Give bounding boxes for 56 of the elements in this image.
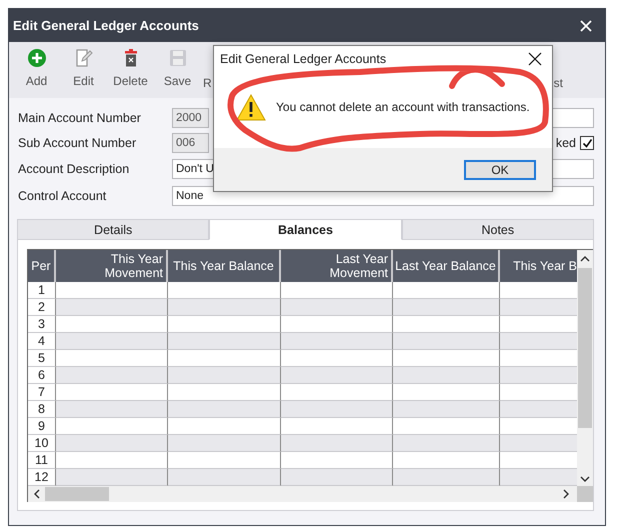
period-cell: 6 — [28, 367, 56, 384]
field-label: Control Account — [18, 189, 108, 203]
ok-button[interactable]: OK — [464, 160, 536, 180]
scroll-up-icon — [578, 254, 592, 264]
period-cell: 2 — [28, 299, 56, 316]
toolbar-button[interactable]: st — [554, 42, 563, 98]
field-label: Account Description — [18, 162, 130, 176]
field-label: Sub Account Number — [18, 136, 138, 150]
tab[interactable]: Details — [17, 219, 210, 240]
close-icon — [579, 18, 593, 32]
warning-icon — [236, 92, 266, 122]
scrollbar-thumb[interactable] — [45, 487, 109, 501]
dialog-title: Edit General Ledger Accounts — [220, 52, 386, 66]
period-cell: 4 — [28, 333, 56, 350]
toolbar-button[interactable]: R — [203, 42, 212, 98]
period-cell: 12 — [28, 469, 56, 486]
edit-icon — [74, 48, 94, 68]
column-header: This Year B — [500, 250, 577, 282]
column-header: Last Year Balance — [393, 250, 500, 282]
input-field[interactable] — [550, 108, 594, 128]
check-icon — [582, 138, 592, 148]
toolbar-button[interactable]: Save — [154, 42, 201, 98]
toolbar-button[interactable]: Edit — [60, 42, 107, 98]
toolbar-button[interactable]: Add — [13, 42, 60, 98]
tab[interactable]: Balances — [209, 219, 402, 240]
column-header: This Year Movement — [56, 250, 168, 282]
window-title: Edit General Ledger Accounts — [13, 18, 199, 33]
scroll-left-icon — [32, 487, 42, 501]
checkbox[interactable] — [580, 136, 594, 150]
scrollbar-thumb[interactable] — [578, 268, 592, 428]
period-cell: 5 — [28, 350, 56, 367]
vertical-scrollbar[interactable] — [577, 250, 593, 486]
column-header: Last Year Movement — [281, 250, 393, 282]
period-cell: 7 — [28, 384, 56, 401]
period-cell: 3 — [28, 316, 56, 333]
tab[interactable]: Notes — [402, 219, 594, 240]
account-number-field[interactable]: 2000 — [172, 108, 209, 128]
close-icon — [528, 52, 542, 66]
horizontal-scrollbar[interactable] — [28, 486, 577, 502]
sub-account-field[interactable]: 006 — [172, 133, 209, 153]
save-icon — [168, 48, 188, 68]
toolbar-button[interactable]: Delete — [107, 42, 154, 98]
column-header: This Year Balance — [168, 250, 281, 282]
add-icon — [26, 48, 46, 68]
period-cell: 10 — [28, 435, 56, 452]
period-cell: 8 — [28, 401, 56, 418]
scrollbar-corner — [577, 486, 593, 502]
period-cell: 11 — [28, 452, 56, 469]
period-cell: 9 — [28, 418, 56, 435]
period-cell: 1 — [28, 282, 56, 299]
scroll-down-icon — [578, 474, 592, 484]
dialog-message: You cannot delete an account with transactions. — [276, 100, 530, 114]
column-header: Per — [28, 250, 56, 282]
scroll-right-icon — [561, 487, 571, 501]
field-label: Main Account Number — [18, 111, 142, 125]
checkbox-label: ked — [556, 136, 576, 150]
